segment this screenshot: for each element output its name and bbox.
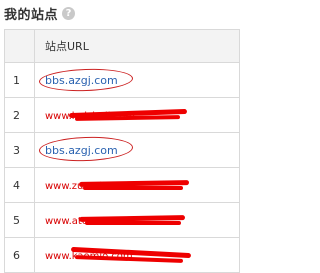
index-column-header — [4, 29, 35, 63]
site-url-link[interactable]: bbs.azgj.com — [45, 74, 118, 87]
site-url-cell: www.kaomio.com — [34, 237, 240, 273]
row-index: 5 — [4, 202, 35, 238]
table-header-row: 站点URL — [4, 29, 240, 63]
url-column-header: 站点URL — [34, 29, 240, 63]
site-url-link[interactable]: bbs.azgj.com — [45, 144, 118, 157]
redaction-mark — [83, 186, 183, 190]
table-row: 2 www.haishuli.com — [4, 97, 240, 133]
site-url-cell: bbs.azgj.com — [34, 62, 240, 98]
redaction-mark — [85, 221, 181, 225]
help-icon[interactable]: ? — [62, 6, 76, 20]
table-row: 4 www.zuomin.com — [4, 167, 240, 203]
site-url-cell: www.atow.com — [34, 202, 240, 238]
site-url-cell: www.haishuli.com — [34, 97, 240, 133]
table-row: 6 www.kaomio.com — [4, 237, 240, 273]
sites-table: 站点URL 1 bbs.azgj.com 2 www.haishuli.com … — [4, 29, 240, 273]
row-index: 1 — [4, 62, 35, 98]
section-title: 我的站点 — [4, 7, 59, 23]
table-row: 1 bbs.azgj.com — [4, 62, 240, 98]
table-row: 5 www.atow.com — [4, 202, 240, 238]
row-index: 4 — [4, 167, 35, 203]
table-row: 3 bbs.azgj.com — [4, 132, 240, 168]
row-index: 6 — [4, 237, 35, 273]
row-index: 2 — [4, 97, 35, 133]
section-header: 我的站点 ? — [4, 3, 76, 23]
site-url-cell: bbs.azgj.com — [34, 132, 240, 168]
site-url-cell: www.zuomin.com — [34, 167, 240, 203]
row-index: 3 — [4, 132, 35, 168]
